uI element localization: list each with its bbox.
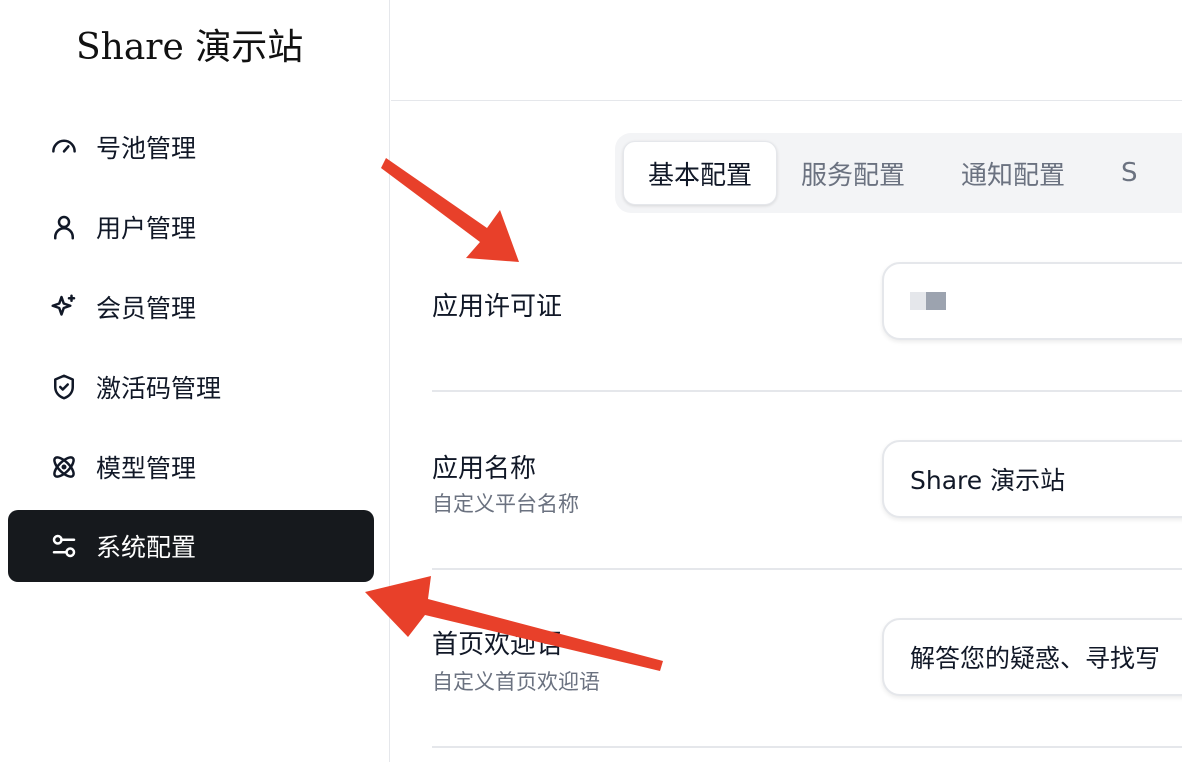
setting-subtitle: 自定义平台名称 [432,492,579,516]
shield-check-icon [48,371,80,403]
tab-more[interactable]: S [1097,141,1162,205]
sidebar-item-label: 用户管理 [96,214,197,243]
gauge-icon [48,131,80,163]
sidebar-item-label: 激活码管理 [96,374,222,403]
license-field[interactable] [882,262,1182,340]
tab-basic-config[interactable]: 基本配置 [623,141,778,205]
setting-row-license: 应用许可证 [432,240,1182,392]
sidebar-item-label: 系统配置 [96,533,197,562]
atom-icon [48,451,80,483]
sidebar-item-users[interactable]: 用户管理 [8,191,374,263]
settings-toggle-icon [48,530,80,562]
setting-subtitle: 自定义首页欢迎语 [432,670,600,694]
welcome-message-input[interactable]: 解答您的疑惑、寻找写 [882,618,1182,696]
sidebar-item-members[interactable]: 会员管理 [8,271,374,343]
setting-row-welcome: 首页欢迎语 自定义首页欢迎语 解答您的疑惑、寻找写 [432,570,1182,748]
sidebar-item-system-config[interactable]: 系统配置 [8,510,374,582]
setting-label: 首页欢迎语 [432,630,563,660]
sparkles-icon [48,291,80,323]
sidebar-item-activation-codes[interactable]: 激活码管理 [8,351,374,423]
sidebar-item-models[interactable]: 模型管理 [8,431,374,503]
user-icon [48,211,80,243]
setting-label: 应用许可证 [432,292,563,322]
sidebar-item-label: 会员管理 [96,294,197,323]
sidebar-item-pool[interactable]: 号池管理 [8,111,374,183]
tab-service-config[interactable]: 服务配置 [777,141,929,205]
sidebar-item-label: 号池管理 [96,134,197,163]
brand-title: Share 演示站 [76,27,304,68]
sidebar: Share 演示站 号池管理 用户管理 会员管理 激活码管理 模型管理 系统配置 [0,0,390,762]
top-header [391,0,1182,101]
config-tabs: 基本配置 服务配置 通知配置 S [615,133,1182,213]
setting-row-app-name: 应用名称 自定义平台名称 Share 演示站 [432,392,1182,570]
sidebar-item-label: 模型管理 [96,454,197,483]
setting-label: 应用名称 [432,454,537,484]
app-name-input[interactable]: Share 演示站 [882,440,1182,518]
redacted-value [910,292,946,310]
tab-notify-config[interactable]: 通知配置 [937,141,1089,205]
